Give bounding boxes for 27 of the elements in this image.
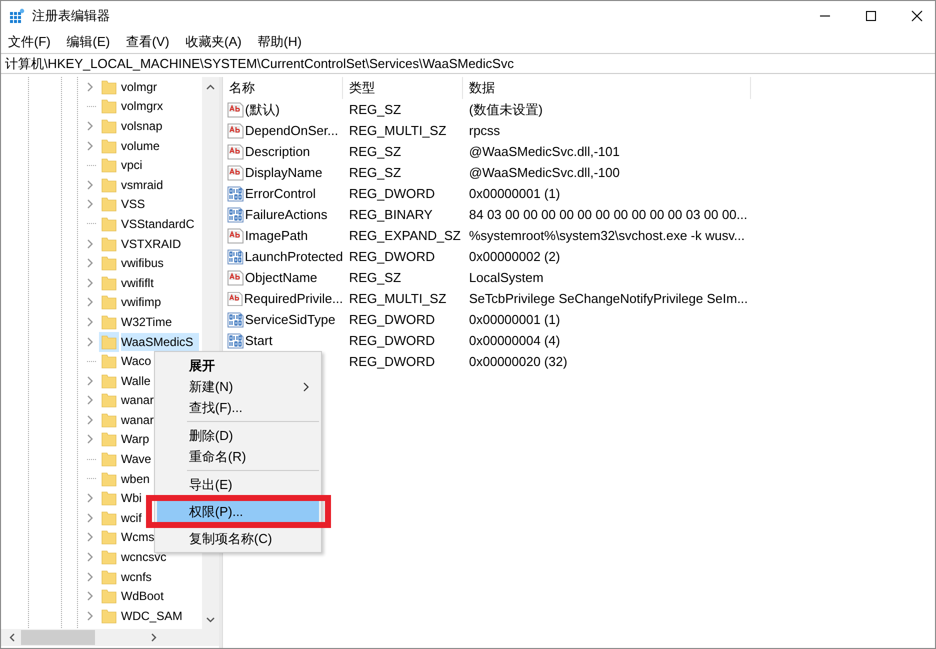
table-cell-text: %systemroot%\system32\svchost.exe -k wusv... xyxy=(468,228,746,243)
table-cell-text: REG_DWORD xyxy=(348,333,436,348)
table-cell-text: REG_SZ xyxy=(348,102,402,117)
table-cell-text: REG_MULTI_SZ xyxy=(348,123,448,138)
table-cell-text: REG_SZ xyxy=(348,165,402,180)
table-cell-text: REG_DWORD xyxy=(348,249,436,264)
table-cell-text: @WaaSMedicSvc.dll,-101 xyxy=(468,144,621,159)
table-cell-text: @WaaSMedicSvc.dll,-100 xyxy=(468,165,621,180)
table-cell-text: 0x00000004 (4) xyxy=(468,333,562,348)
table-cell-text: LocalSystem xyxy=(468,270,544,285)
table-cell-text: (数值未设置) xyxy=(468,100,544,118)
table-cell-text: 84 03 00 00 00 00 00 00 00 00 00 00 03 00 00... xyxy=(468,207,748,222)
table-cell-text: SeTcbPrivilege SeChangeNotifyPrivilege SeIm... xyxy=(468,291,749,306)
table-cell-text: REG_EXPAND_SZ xyxy=(348,228,462,243)
table-cell-text: REG_DWORD xyxy=(348,186,436,201)
table-cell-text: 0x00000020 (32) xyxy=(468,354,568,369)
table-cell-text: rpcss xyxy=(468,123,502,138)
table-cell-text: REG_DWORD xyxy=(348,354,436,369)
table-cell-text: REG_SZ xyxy=(348,270,402,285)
table-cell-text: 0x00000001 (1) xyxy=(468,186,562,201)
table-cell-text: 0x00000002 (2) xyxy=(468,249,562,264)
table-cell-text: REG_SZ xyxy=(348,144,402,159)
table-cell-text: REG_BINARY xyxy=(348,207,434,222)
table-cell-text: REG_DWORD xyxy=(348,312,436,327)
table-cell-text: REG_MULTI_SZ xyxy=(348,291,448,306)
window-title: 注册表编辑器 xyxy=(32,7,110,25)
table-cell-text: 0x00000001 (1) xyxy=(468,312,562,327)
